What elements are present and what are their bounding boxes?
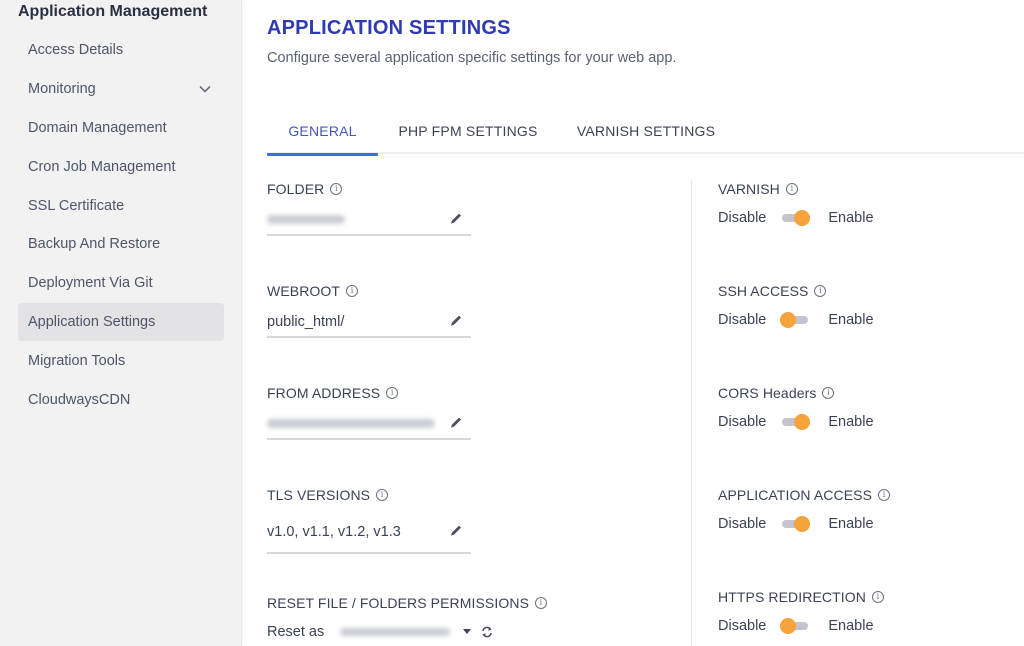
webroot-input[interactable]: public_html/: [267, 308, 471, 338]
info-icon[interactable]: i: [535, 597, 548, 609]
application-access-toggle-group: APPLICATION ACCESS i Disable Enable: [718, 486, 891, 533]
varnish-label: VARNISH: [718, 181, 780, 197]
disable-label: Disable: [718, 516, 767, 532]
sidebar-item-label: SSL Certificate: [28, 197, 125, 214]
info-icon[interactable]: i: [376, 489, 389, 501]
from-address-label: FROM ADDRESS: [267, 385, 381, 401]
disable-label: Disable: [718, 210, 767, 226]
reset-owner-select[interactable]: [340, 628, 451, 636]
info-icon[interactable]: i: [785, 183, 798, 195]
ssh-access-label: SSH ACCESS: [718, 283, 809, 299]
sidebar-item-label: CloudwaysCDN: [28, 391, 131, 408]
https-redirection-toggle-group: HTTPS REDIRECTION i Disable Enable: [718, 588, 884, 635]
webroot-label: WEBROOT: [267, 283, 341, 299]
pencil-icon[interactable]: [449, 314, 463, 328]
sidebar-item-application-settings[interactable]: Application Settings: [18, 302, 224, 342]
varnish-toggle-group: VARNISH i Disable Enable: [718, 180, 874, 227]
tab-php-fpm-settings[interactable]: PHP FPM SETTINGS: [378, 107, 558, 154]
info-icon[interactable]: i: [822, 387, 835, 399]
column-divider: [691, 180, 692, 646]
sidebar-item-label: Migration Tools: [28, 352, 126, 369]
sidebar-item-backup-and-restore[interactable]: Backup And Restore: [18, 225, 224, 264]
sidebar-item-label: Monitoring: [28, 81, 96, 98]
disable-label: Disable: [718, 312, 767, 328]
enable-label: Enable: [828, 312, 874, 328]
sidebar-item-label: Application Settings: [28, 313, 156, 330]
webroot-value: public_html/: [267, 314, 345, 330]
reset-as-label: Reset as: [267, 624, 325, 640]
webroot-field: WEBROOT i public_html/: [267, 282, 471, 338]
page-title: APPLICATION SETTINGS: [267, 17, 511, 39]
cors-headers-label: CORS Headers: [718, 385, 817, 401]
sidebar-nav: Access Details Monitoring Domain Managem…: [18, 31, 224, 419]
info-icon[interactable]: i: [346, 285, 359, 297]
page-subtitle: Configure several application specific s…: [267, 50, 677, 66]
sidebar-item-label: Access Details: [28, 42, 124, 59]
sidebar-item-cron-job-management[interactable]: Cron Job Management: [18, 147, 224, 186]
enable-label: Enable: [828, 414, 874, 430]
main-content: APPLICATION SETTINGS Configure several a…: [242, 0, 1024, 646]
enable-label: Enable: [828, 618, 874, 634]
disable-label: Disable: [718, 618, 767, 634]
chevron-down-icon[interactable]: [198, 82, 212, 96]
folder-input[interactable]: [267, 206, 471, 236]
tls-versions-input[interactable]: v1.0, v1.1, v1.2, v1.3: [267, 512, 471, 554]
folder-label: FOLDER: [267, 181, 325, 197]
application-access-label: APPLICATION ACCESS: [718, 487, 873, 503]
enable-label: Enable: [828, 210, 874, 226]
tls-versions-value: v1.0, v1.1, v1.2, v1.3: [267, 524, 401, 540]
sidebar-item-label: Backup And Restore: [28, 236, 161, 253]
https-redirection-label: HTTPS REDIRECTION: [718, 589, 866, 605]
info-icon[interactable]: i: [386, 387, 399, 399]
info-icon[interactable]: i: [878, 489, 891, 501]
caret-down-icon[interactable]: [462, 628, 472, 636]
sidebar-item-deployment-via-git[interactable]: Deployment Via Git: [18, 264, 224, 303]
cors-headers-toggle[interactable]: [780, 413, 811, 431]
sidebar-item-ssl-certificate[interactable]: SSL Certificate: [18, 186, 224, 225]
from-address-input[interactable]: [267, 410, 471, 440]
sidebar-item-monitoring[interactable]: Monitoring: [18, 70, 224, 109]
blurred-value: [267, 419, 435, 428]
from-address-field: FROM ADDRESS i: [267, 384, 471, 440]
https-redirection-toggle[interactable]: [780, 617, 810, 635]
info-icon[interactable]: i: [871, 591, 884, 603]
disable-label: Disable: [718, 414, 767, 430]
sidebar-item-label: Cron Job Management: [28, 158, 176, 175]
sidebar-title: Application Management: [18, 3, 208, 20]
sync-icon[interactable]: [480, 625, 494, 639]
ssh-access-toggle-group: SSH ACCESS i Disable Enable: [718, 282, 874, 329]
reset-permissions-label: RESET FILE / FOLDERS PERMISSIONS: [267, 595, 530, 611]
sidebar-item-access-details[interactable]: Access Details: [18, 31, 224, 70]
ssh-access-toggle[interactable]: [780, 311, 810, 329]
settings-tabs: GENERAL PHP FPM SETTINGS VARNISH SETTING…: [267, 107, 1024, 156]
folder-field: FOLDER i: [267, 180, 471, 236]
enable-label: Enable: [828, 516, 874, 532]
sidebar-item-migration-tools[interactable]: Migration Tools: [18, 341, 224, 380]
sidebar: Application Management Access Details Mo…: [0, 0, 242, 646]
application-access-toggle[interactable]: [780, 515, 811, 533]
tls-versions-label: TLS VERSIONS: [267, 487, 371, 503]
pencil-icon[interactable]: [449, 416, 463, 430]
sidebar-item-cloudwayscdn[interactable]: CloudwaysCDN: [18, 380, 224, 419]
cors-headers-toggle-group: CORS Headers i Disable Enable: [718, 384, 874, 431]
info-icon[interactable]: i: [330, 183, 343, 195]
reset-permissions-field: RESET FILE / FOLDERS PERMISSIONS i Reset…: [267, 594, 567, 643]
tab-general[interactable]: GENERAL: [267, 107, 378, 156]
info-icon[interactable]: i: [814, 285, 827, 297]
pencil-icon[interactable]: [449, 524, 463, 538]
sidebar-item-label: Deployment Via Git: [28, 275, 153, 292]
sidebar-item-domain-management[interactable]: Domain Management: [18, 109, 224, 148]
varnish-toggle[interactable]: [780, 209, 811, 227]
pencil-icon[interactable]: [449, 212, 463, 226]
tab-varnish-settings[interactable]: VARNISH SETTINGS: [558, 107, 734, 154]
blurred-value: [267, 215, 345, 224]
tls-versions-field: TLS VERSIONS i v1.0, v1.1, v1.2, v1.3: [267, 486, 471, 554]
sidebar-item-label: Domain Management: [28, 119, 167, 136]
